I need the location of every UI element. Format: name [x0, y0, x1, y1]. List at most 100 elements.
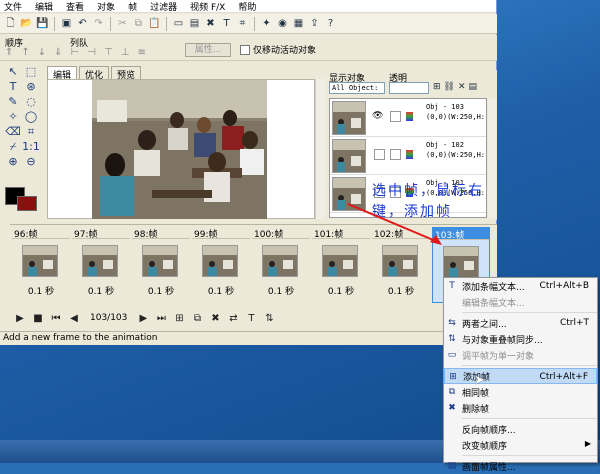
redo-icon[interactable]: ↷ — [92, 17, 105, 30]
banner-text-icon[interactable]: T — [245, 313, 257, 324]
sync-icon[interactable]: ⇅ — [263, 313, 275, 324]
frame-delay[interactable]: 0.1 秒 — [252, 284, 310, 297]
export-icon[interactable]: ⇪ — [308, 17, 321, 30]
object-row[interactable]: Obj - 102 (0,0)(W:250,H: — [330, 137, 486, 175]
copy-icon[interactable]: ⧉ — [132, 17, 145, 30]
eyedropper-icon[interactable]: ⌿ — [4, 139, 22, 154]
context-menu-item[interactable]: ⧉ 相同帧 — [444, 384, 597, 400]
move-down-icon[interactable]: ↓ — [38, 47, 46, 58]
crop-tool-icon[interactable]: ⌗ — [22, 124, 40, 139]
stamp-tool-icon[interactable]: ⊛ — [22, 79, 40, 94]
context-menu-item[interactable]: T 添加条幅文本... Ctrl+Alt+B — [444, 278, 597, 294]
frame-item[interactable]: 96:帧 0.1 秒 — [12, 227, 70, 303]
context-menu-item[interactable]: 编辑条幅文本... — [444, 294, 597, 310]
object-crop-icon[interactable]: ⊞ — [433, 82, 441, 92]
delete-x-icon[interactable]: ✖ — [204, 17, 217, 30]
frame-delay[interactable]: 0.1 秒 — [132, 284, 190, 297]
menu-frame[interactable]: 帧 — [128, 0, 137, 13]
menu-help[interactable]: 帮助 — [238, 0, 256, 13]
text-tool-icon[interactable]: T — [4, 79, 22, 94]
frame-item[interactable]: 99:帧 0.1 秒 — [192, 227, 250, 303]
menu-filter[interactable]: 过滤器 — [150, 0, 177, 13]
brush-tool-icon[interactable]: ✎ — [4, 94, 22, 109]
menu-file[interactable]: 文件 — [4, 0, 22, 13]
only-move-active-checkbox[interactable]: 仅移动活动对象 — [240, 43, 316, 56]
magic-wand-icon[interactable]: ✧ — [4, 109, 22, 124]
first-frame-icon[interactable]: ⏮ — [50, 313, 62, 324]
lasso-tool-icon[interactable]: ◌ — [22, 94, 40, 109]
new-file-icon[interactable]: 🗋 — [4, 17, 17, 30]
frame-delay[interactable]: 0.1 秒 — [192, 284, 250, 297]
undo-icon[interactable]: ↶ — [76, 17, 89, 30]
frame-delay[interactable]: 0.1 秒 — [12, 284, 70, 297]
play-icon[interactable]: ▶ — [14, 313, 26, 324]
menu-view[interactable]: 查看 — [66, 0, 84, 13]
grid-icon[interactable]: ▦ — [292, 17, 305, 30]
frame-icon[interactable]: ▭ — [172, 17, 185, 30]
help-icon[interactable]: ? — [324, 17, 337, 30]
menu-edit[interactable]: 编辑 — [35, 0, 53, 13]
stop-icon[interactable]: ■ — [32, 313, 44, 324]
pointer-tool-icon[interactable]: ↖ — [4, 64, 22, 79]
prev-frame-icon[interactable]: ◀ — [68, 313, 80, 324]
frame-item[interactable]: 100:帧 0.1 秒 — [252, 227, 310, 303]
edit-canvas[interactable] — [47, 79, 315, 219]
delete-frame-icon[interactable]: ✖ — [209, 313, 221, 324]
context-menu-item[interactable]: ⇅ 与对象重叠帧同步... — [444, 331, 597, 347]
properties-button[interactable]: 属性... — [185, 43, 231, 57]
object-link-icon[interactable]: ⛓ — [444, 82, 455, 92]
object-props-icon[interactable]: ▤ — [469, 82, 478, 92]
frame-item[interactable]: 97:帧 0.1 秒 — [72, 227, 130, 303]
save-icon[interactable]: 💾 — [36, 17, 49, 30]
cut-icon[interactable]: ✂ — [116, 17, 129, 30]
next-frame-icon[interactable]: ▶ — [137, 313, 149, 324]
open-folder-icon[interactable]: 📂 — [20, 17, 33, 30]
add-frame-icon[interactable]: ⊞ — [173, 313, 185, 324]
eraser-tool-icon[interactable]: ⌫ — [4, 124, 22, 139]
move-bottom-icon[interactable]: ⇓ — [54, 47, 62, 58]
filter-icon[interactable]: ✦ — [260, 17, 273, 30]
object-filter-select[interactable]: All Object: — [329, 82, 385, 94]
align-top-icon[interactable]: ⊥ — [121, 47, 130, 58]
canvas-scrollbar[interactable] — [315, 79, 325, 219]
menu-video-fx[interactable]: 视频 F/X — [190, 0, 225, 13]
select-tool-icon[interactable]: ⬚ — [22, 64, 40, 79]
object-lock-toggle[interactable] — [390, 111, 401, 122]
align-left-icon[interactable]: ⊢ — [71, 47, 80, 58]
zoom-in-icon[interactable]: ⊕ — [4, 154, 22, 169]
tween-icon[interactable]: ⇄ — [227, 313, 239, 324]
preview-icon[interactable]: ◉ — [276, 17, 289, 30]
crop-icon[interactable]: ⌗ — [236, 17, 249, 30]
last-frame-icon[interactable]: ⏭ — [155, 313, 167, 324]
context-menu-item[interactable]: ▭ 调平帧为单一对象 — [444, 347, 597, 363]
move-top-icon[interactable]: ⇑ — [5, 47, 13, 58]
context-menu-item[interactable]: ⇆ 两者之间... Ctrl+T — [444, 315, 597, 331]
align-center-icon[interactable]: ⊣ — [87, 47, 96, 58]
text-tool-icon[interactable]: T — [220, 17, 233, 30]
import-icon[interactable]: ▣ — [60, 17, 73, 30]
frame-delay[interactable]: 0.1 秒 — [372, 284, 430, 297]
context-menu-item[interactable]: 反向帧顺序... — [444, 421, 597, 437]
object-row[interactable]: 👁 Obj - 103 (0,0)(W:250,H: — [330, 99, 486, 137]
frame-item[interactable]: 98:帧 0.1 秒 — [132, 227, 190, 303]
zoom-out-icon[interactable]: ⊖ — [22, 154, 40, 169]
context-menu-item[interactable]: 改变帧顺序 ▶ — [444, 437, 597, 453]
shape-tool-icon[interactable]: ◯ — [22, 109, 40, 124]
context-menu-item[interactable]: ✖ 删除帧 — [444, 400, 597, 416]
duplicate-frame-icon[interactable]: ▤ — [188, 17, 201, 30]
object-lock-toggle[interactable] — [390, 149, 401, 160]
frame-delay[interactable]: 0.1 秒 — [72, 284, 130, 297]
frame-delay[interactable]: 0.1 秒 — [312, 284, 370, 297]
background-color-swatch[interactable] — [17, 196, 37, 211]
visibility-toggle[interactable] — [374, 149, 385, 160]
move-up-icon[interactable]: ↑ — [21, 47, 29, 58]
duplicate-frame-icon[interactable]: ⧉ — [191, 313, 203, 324]
menu-object[interactable]: 对象 — [97, 0, 115, 13]
actual-size-icon[interactable]: 1:1 — [22, 139, 40, 154]
context-menu-item[interactable]: ⊞ 添加帧 Ctrl+Alt+F — [444, 368, 597, 384]
paste-icon[interactable]: 📋 — [148, 17, 161, 30]
align-right-icon[interactable]: ⊤ — [104, 47, 113, 58]
context-menu-item[interactable]: ▤ 画面帧属性... — [444, 458, 597, 474]
opacity-spinner[interactable] — [389, 82, 429, 94]
visibility-eye-icon[interactable]: 👁 — [372, 111, 384, 122]
